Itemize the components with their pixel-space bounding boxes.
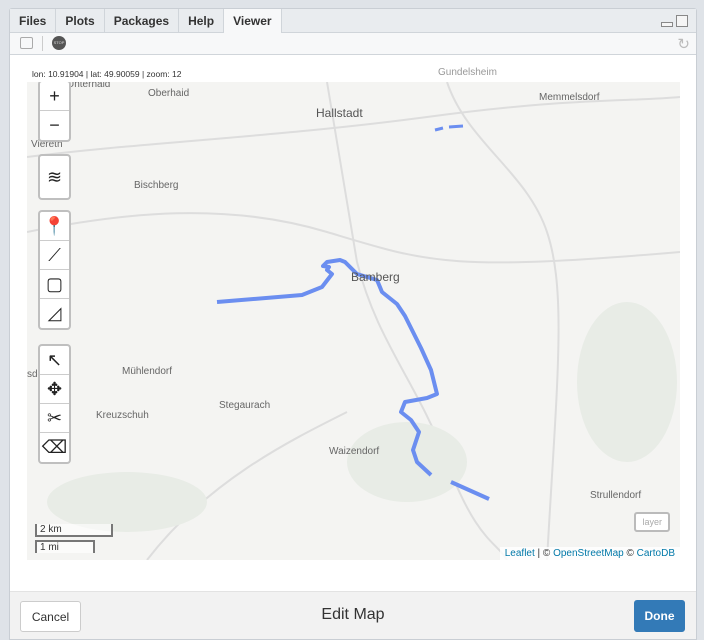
minimize-icon[interactable]: [661, 22, 673, 27]
place-label: Kreuzschuh: [96, 410, 149, 421]
dialog-title: Edit Map: [321, 606, 385, 623]
draw-toolbar: 📍 ⟋ ▢ ◿: [38, 210, 71, 330]
done-button[interactable]: Done: [634, 600, 685, 632]
marker-icon[interactable]: 📍: [40, 212, 69, 241]
rectangle-icon[interactable]: ▢: [40, 270, 69, 299]
layers-control[interactable]: ≋: [38, 154, 71, 200]
map[interactable]: Unterhaid Oberhaid Hallstadt Memmelsdorf…: [27, 82, 680, 560]
stop-icon[interactable]: STOP: [52, 36, 66, 50]
zoom-in-button[interactable]: +: [40, 82, 69, 111]
attribution-copy: ©: [623, 548, 637, 559]
place-label: Bischberg: [134, 180, 179, 191]
tab-packages[interactable]: Packages: [105, 9, 180, 32]
coordinate-readout: lon: 10.91904 | lat: 49.90059 | zoom: 12: [32, 69, 182, 79]
divider: [42, 36, 43, 51]
layers-icon[interactable]: ≋: [40, 156, 69, 198]
place-label: Unterhaid: [67, 82, 111, 90]
zoom-out-button[interactable]: −: [40, 111, 69, 140]
place-label: Memmelsdorf: [539, 92, 600, 103]
edit-toolbar: ↖ ✥ ✂ ⌫: [38, 344, 71, 464]
cut-icon[interactable]: ✂: [40, 404, 69, 433]
map-tiles: [27, 82, 680, 560]
route-segment: [434, 124, 464, 132]
place-label: Gundelsheim: [438, 67, 497, 78]
leaflet-link[interactable]: Leaflet: [505, 548, 535, 559]
attribution-sep: | ©: [534, 548, 554, 559]
polyline-icon[interactable]: ⟋: [40, 241, 69, 270]
tab-help[interactable]: Help: [179, 9, 225, 32]
place-label: Strullendorf: [590, 490, 642, 501]
place-label: Mühlendorf: [122, 366, 173, 377]
maximize-icon[interactable]: [676, 15, 688, 27]
edit-vertex-icon[interactable]: ↖: [40, 346, 69, 375]
tab-bar: Files Plots Packages Help Viewer: [10, 9, 696, 34]
carto-link[interactable]: CartoDB: [637, 548, 675, 559]
viewer-toolbar: STOP ↻: [10, 33, 696, 55]
dialog-footer: Cancel Edit Map Done: [10, 591, 696, 639]
layer-button[interactable]: layer: [634, 512, 670, 532]
drag-icon[interactable]: ✥: [40, 375, 69, 404]
polygon-icon[interactable]: ◿: [40, 299, 69, 328]
place-label: Waizendorf: [329, 446, 380, 457]
tab-viewer[interactable]: Viewer: [224, 9, 282, 34]
place-label: Bamberg: [351, 270, 400, 284]
refresh-icon[interactable]: ↻: [677, 35, 690, 53]
zoom-control: + −: [38, 82, 71, 142]
osm-link[interactable]: OpenStreetMap: [553, 548, 624, 559]
place-label: Stegaurach: [219, 400, 271, 411]
eraser-icon[interactable]: ⌫: [40, 433, 69, 462]
attribution: Leaflet | © OpenStreetMap © CartoDB: [499, 547, 680, 560]
route-segment: [450, 480, 490, 501]
popout-icon[interactable]: [20, 37, 33, 49]
scale-mi: 1 mi: [35, 540, 95, 553]
tab-files[interactable]: Files: [10, 9, 57, 32]
place-label: Oberhaid: [148, 88, 190, 99]
tab-plots[interactable]: Plots: [56, 9, 105, 32]
place-label: Hallstadt: [316, 106, 363, 120]
scale-km: 2 km: [35, 524, 113, 537]
